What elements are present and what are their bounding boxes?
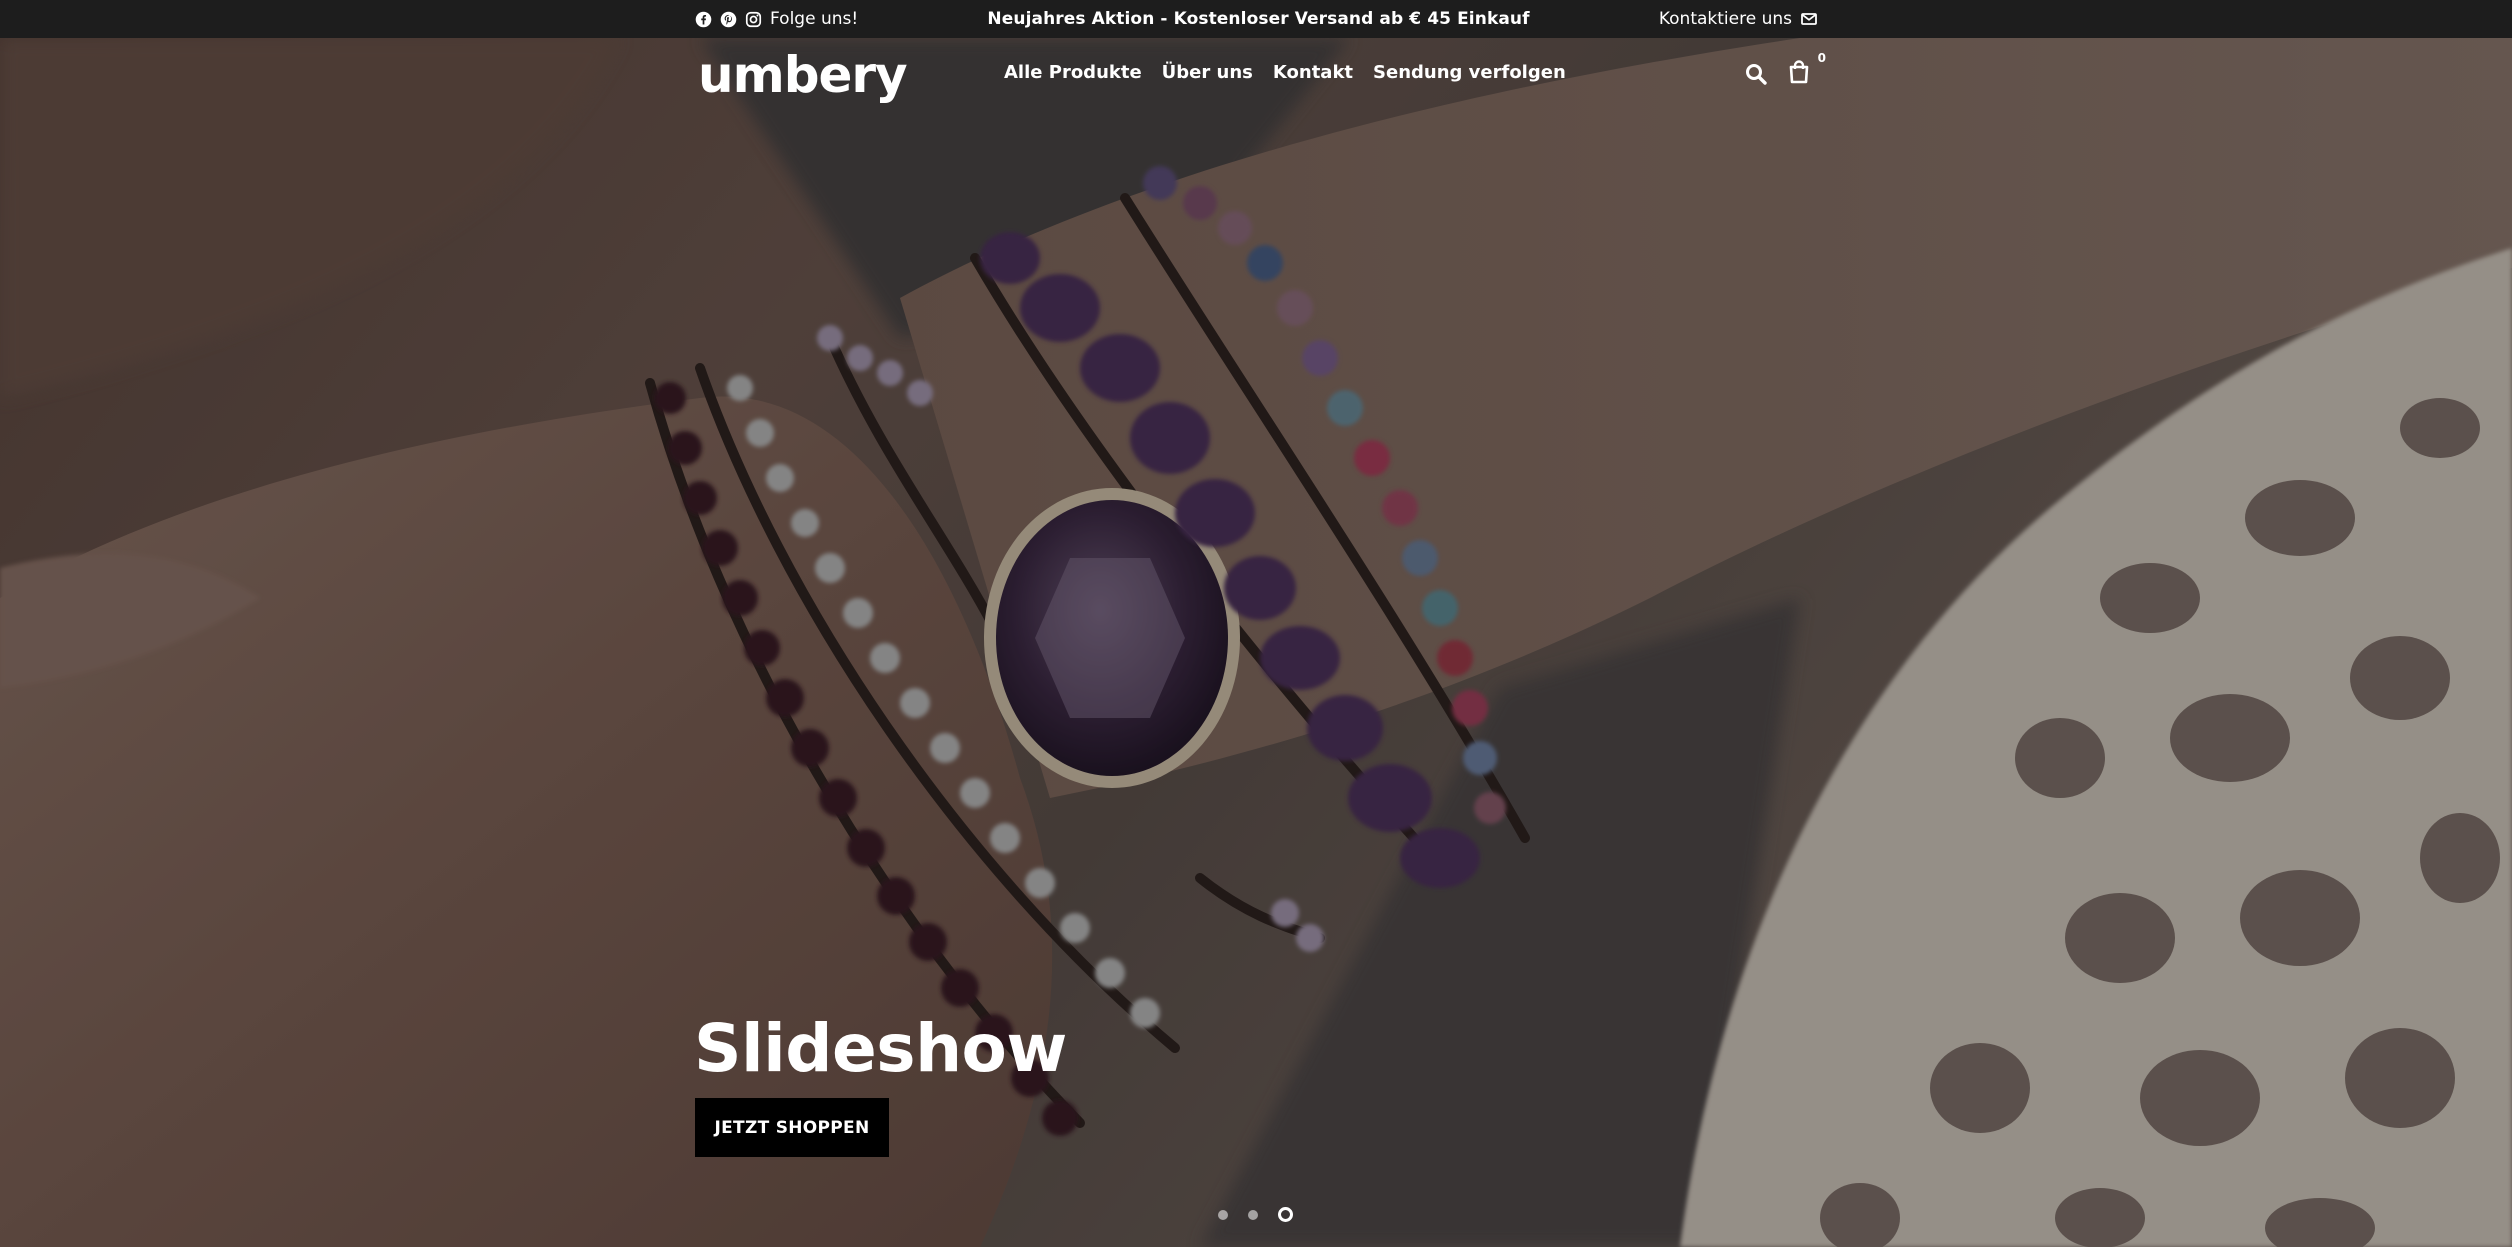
site-header: umbery Alle Produkte Über uns Kontakt Se…: [0, 38, 2512, 108]
nav-item-about[interactable]: Über uns: [1162, 62, 1253, 83]
search-icon[interactable]: [1744, 60, 1770, 88]
announcement-bar: Folge uns! Neujahres Aktion - Kostenlose…: [0, 0, 2512, 38]
instagram-icon[interactable]: [745, 11, 762, 28]
contact-link[interactable]: Kontaktiere uns: [1659, 9, 1817, 29]
mail-icon: [1801, 13, 1817, 25]
facebook-icon[interactable]: [695, 11, 712, 28]
shop-now-button[interactable]: JETZT SHOPPEN: [695, 1098, 889, 1157]
nav-item-track-order[interactable]: Sendung verfolgen: [1373, 62, 1566, 83]
main-nav: Alle Produkte Über uns Kontakt Sendung v…: [1004, 62, 1566, 83]
slideshow-pagination: [1218, 1207, 1293, 1222]
contact-label: Kontaktiere uns: [1658, 9, 1792, 29]
hero-slideshow: [0, 38, 2512, 1247]
shopping-bag-icon: [1789, 60, 1809, 84]
social-links: Folge uns!: [695, 9, 858, 29]
nav-item-contact[interactable]: Kontakt: [1273, 62, 1353, 83]
pinterest-icon[interactable]: [720, 11, 737, 28]
slide-title: Slideshow: [694, 1010, 1067, 1087]
slide-dot-1[interactable]: [1218, 1209, 1228, 1220]
follow-us-label: Folge uns!: [770, 9, 859, 29]
slide-dot-2[interactable]: [1248, 1209, 1258, 1220]
cart-button[interactable]: 0: [1788, 51, 1826, 88]
cart-count-badge: 0: [1817, 51, 1826, 65]
site-logo[interactable]: umbery: [698, 46, 908, 104]
hero-image: [0, 38, 2512, 1247]
promo-text: Neujahres Aktion - Kostenloser Versand a…: [987, 9, 1530, 29]
nav-item-all-products[interactable]: Alle Produkte: [1004, 62, 1142, 83]
slide-dot-3[interactable]: [1278, 1207, 1293, 1222]
header-actions: 0: [1744, 51, 1826, 88]
